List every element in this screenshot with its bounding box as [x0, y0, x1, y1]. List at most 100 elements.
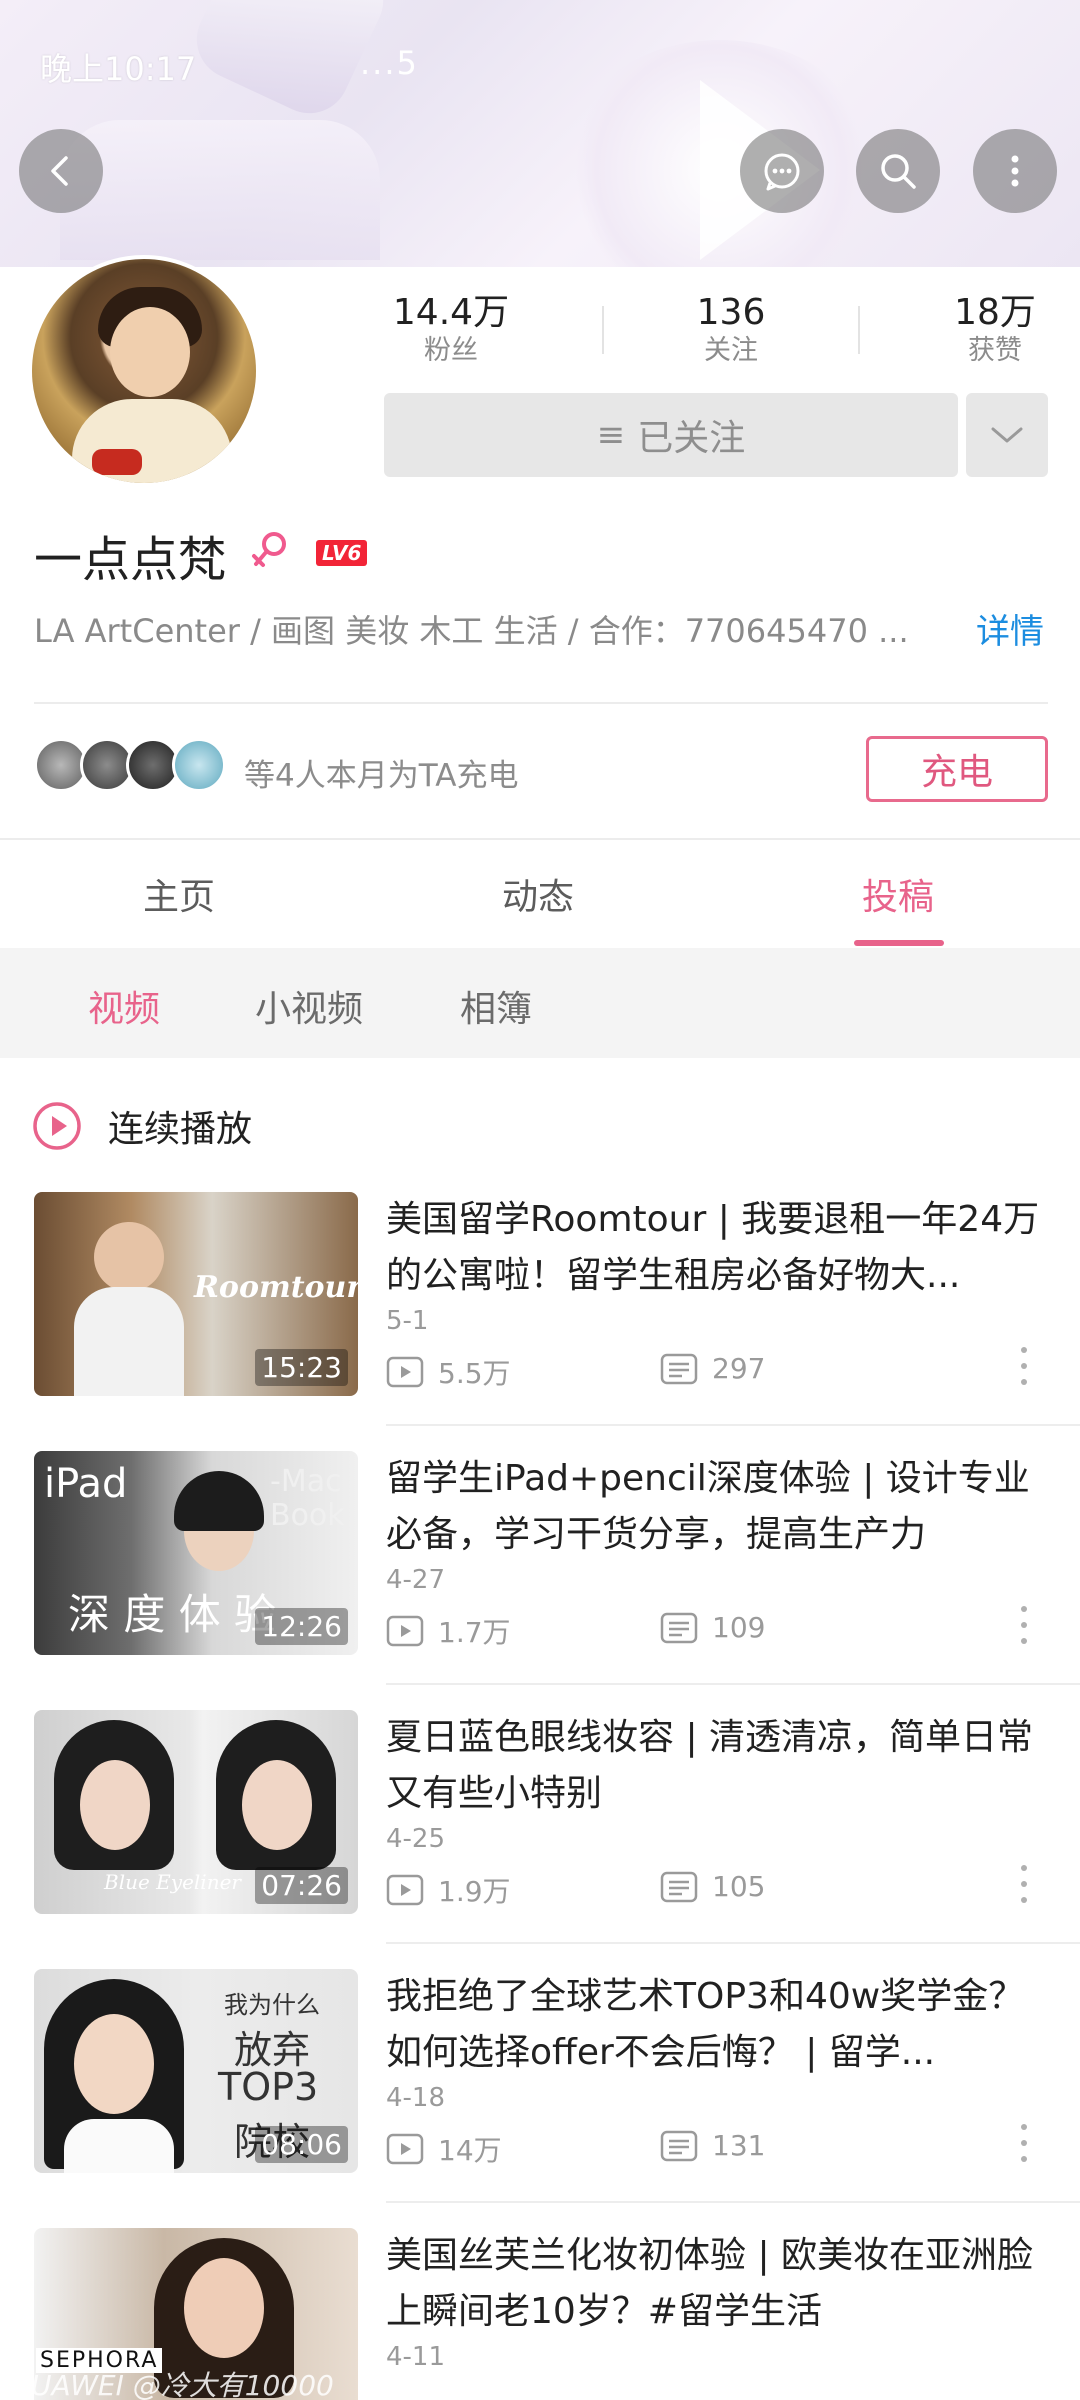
video-duration: 08:06 — [255, 2126, 348, 2163]
thumbnail-text: iPad — [44, 1461, 128, 1507]
detail-link[interactable]: 详情 — [976, 604, 1044, 653]
profile-bio: LA ArtCenter / 画图 美妆 木工 生活 / 合作：77064547… — [34, 612, 909, 650]
status-indicators: ...5 — [360, 44, 419, 82]
divider — [34, 702, 1048, 704]
level-badge: LV6 — [316, 540, 368, 566]
more-vertical-icon — [1011, 155, 1019, 187]
play-count-value: 1.9万 — [438, 1875, 511, 1908]
divider — [386, 1683, 1080, 1685]
video-date: 5-1 — [386, 1306, 429, 1336]
play-all-label: 连续播放 — [108, 1109, 253, 1150]
message-button[interactable] — [740, 129, 824, 213]
comment-count-value: 105 — [712, 1870, 766, 1903]
tab-uploads[interactable]: 投稿 — [862, 868, 934, 920]
more-button[interactable] — [973, 129, 1057, 213]
video-date: 4-18 — [386, 2083, 446, 2113]
stat-divider — [602, 306, 604, 354]
more-vertical-icon[interactable] — [1016, 1860, 1032, 1908]
thumbnail-text: 我为什么 — [224, 1991, 320, 2019]
more-vertical-icon[interactable] — [1016, 1342, 1032, 1390]
thumbnail-text: -Mac Book — [270, 1464, 345, 1533]
play-count-value: 14万 — [438, 2134, 502, 2167]
play-count: 1.9万 — [386, 1870, 511, 1910]
stat-value: 136 — [696, 292, 766, 333]
comment-count-value: 109 — [712, 1611, 766, 1644]
danmaku-icon — [660, 1871, 698, 1902]
divider — [386, 2201, 1080, 2203]
video-title: 美国留学Roomtour | 我要退租一年24万的公寓啦！留学生租房必备好物大.… — [386, 1199, 1040, 1296]
back-button[interactable] — [19, 129, 103, 213]
play-count-value: 5.5万 — [438, 1357, 511, 1390]
play-count: 14万 — [386, 2129, 502, 2169]
more-vertical-icon[interactable] — [1016, 1601, 1032, 1649]
video-title: 留学生iPad+pencil深度体验 | 设计专业必备，学习干货分享，提高生产力 — [386, 1458, 1030, 1555]
menu-icon: ≡ — [596, 415, 626, 455]
banner-decoration — [60, 120, 380, 260]
comment-count-value: 131 — [712, 2129, 766, 2162]
play-count-value: 1.7万 — [438, 1616, 511, 1649]
chevron-down-icon — [991, 427, 1023, 443]
stat-divider — [858, 306, 860, 354]
comment-count: 131 — [660, 2129, 765, 2162]
video-item[interactable]: iPad -Mac Book 深 度 体 验 12:26 留学生iPad+pen… — [34, 1451, 1048, 1655]
comment-count: 297 — [660, 1352, 765, 1385]
comment-count: 109 — [660, 1611, 765, 1644]
stat-value: 14.4万 — [392, 292, 510, 333]
video-duration: 15:23 — [255, 1349, 348, 1386]
video-thumbnail: iPad -Mac Book 深 度 体 验 12:26 — [34, 1451, 358, 1655]
subtab-videos[interactable]: 视频 — [88, 980, 160, 1032]
search-button[interactable] — [856, 129, 940, 213]
tab-home[interactable]: 主页 — [143, 868, 215, 920]
thumbnail-text: Roomtour — [194, 1270, 358, 1305]
search-icon — [881, 154, 916, 189]
video-title: 美国丝芙兰化妆初体验 | 欧美妆在亚洲脸上瞬间老10岁？#留学生活 — [386, 2235, 1034, 2332]
message-icon — [764, 153, 800, 191]
stat-fans[interactable]: 14.4万 粉丝 — [371, 292, 531, 368]
video-item[interactable]: Roomtour 15:23 美国留学Roomtour | 我要退租一年24万的… — [34, 1192, 1048, 1396]
stat-likes[interactable]: 18万 获赞 — [915, 292, 1075, 368]
active-tab-indicator — [854, 940, 944, 946]
stat-value: 18万 — [954, 292, 1036, 333]
video-item[interactable]: Blue Eyeliner 07:26 夏日蓝色眼线妆容 | 清透清凉，简单日常… — [34, 1710, 1048, 1914]
play-count: 5.5万 — [386, 1352, 511, 1392]
play-all-button[interactable]: 连续播放 — [32, 1100, 252, 1152]
charge-button[interactable]: 充电 — [866, 736, 1048, 802]
subtab-short-videos[interactable]: 小视频 — [255, 980, 363, 1032]
video-thumbnail: Roomtour 15:23 — [34, 1192, 358, 1396]
thumbnail-text: Blue Eyeliner — [104, 1870, 241, 1894]
subtab-bar — [0, 948, 1080, 1058]
video-duration: 07:26 — [255, 1867, 348, 1904]
subtab-albums[interactable]: 相簿 — [460, 980, 532, 1032]
danmaku-icon — [660, 1353, 698, 1384]
follow-dropdown-button[interactable] — [966, 393, 1048, 477]
comment-count-value: 297 — [712, 1352, 766, 1385]
video-date: 4-11 — [386, 2342, 446, 2372]
avatar[interactable] — [28, 255, 260, 487]
play-count-icon — [386, 1615, 424, 1647]
play-count-icon — [386, 2133, 424, 2165]
watermark: HUAWEI @冷大有10000 — [10, 2369, 334, 2400]
play-count-icon — [386, 1874, 424, 1906]
divider — [386, 1942, 1080, 1944]
more-vertical-icon[interactable] — [1016, 2119, 1032, 2167]
stat-label: 粉丝 — [424, 335, 478, 366]
tab-dynamics[interactable]: 动态 — [502, 868, 574, 920]
divider — [0, 838, 1080, 840]
chevron-left-icon — [51, 156, 68, 186]
follow-button[interactable]: ≡ 已关注 — [384, 393, 958, 477]
charge-text: 等4人本月为TA充电 — [244, 758, 519, 794]
charger-avatar[interactable] — [172, 738, 226, 792]
video-title: 我拒绝了全球艺术TOP3和40w奖学金？如何选择offer不会后悔？ | 留学.… — [386, 1976, 1025, 2073]
stat-following[interactable]: 136 关注 — [651, 292, 811, 368]
video-thumbnail: Blue Eyeliner 07:26 — [34, 1710, 358, 1914]
comment-count: 105 — [660, 1870, 765, 1903]
danmaku-icon — [660, 1612, 698, 1643]
video-item[interactable]: 我为什么 放弃 TOP3 院校 08:06 我拒绝了全球艺术TOP3和40w奖学… — [34, 1969, 1048, 2173]
profile-name: 一点点梵 — [34, 532, 227, 588]
stat-label: 关注 — [704, 335, 758, 366]
play-count: 1.7万 — [386, 1611, 511, 1651]
video-thumbnail: 我为什么 放弃 TOP3 院校 08:06 — [34, 1969, 358, 2173]
female-icon — [252, 532, 286, 567]
play-circle-icon — [33, 1102, 81, 1150]
video-title: 夏日蓝色眼线妆容 | 清透清凉，简单日常又有些小特别 — [386, 1717, 1034, 1814]
